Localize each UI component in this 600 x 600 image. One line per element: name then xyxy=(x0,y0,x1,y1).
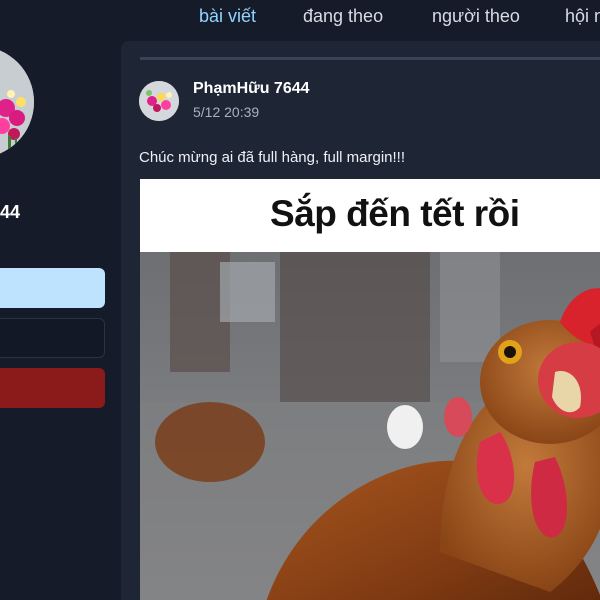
post-timestamp: 5/12 20:39 xyxy=(193,104,260,120)
profile-name: 44 xyxy=(0,202,21,222)
post-author-avatar[interactable] xyxy=(139,81,179,121)
profile-action-button-danger[interactable] xyxy=(0,368,105,408)
profile-action-button-primary[interactable] xyxy=(0,268,105,308)
meme-caption: Sắp đến tết rồi xyxy=(270,193,520,234)
tab-following[interactable]: đang theo xyxy=(303,6,383,27)
page: bài viết đang theo người theo hội n 44 P… xyxy=(0,0,600,600)
profile-tabs: bài viết đang theo người theo hội n xyxy=(0,0,600,36)
meme-caption-band: Sắp đến tết rồi xyxy=(140,179,600,252)
post-author-name[interactable]: PhạmHữu 7644 xyxy=(193,80,310,98)
post-body-text: Chúc mừng ai đã full hàng, full margin!!… xyxy=(139,149,406,166)
chicken-photo xyxy=(140,252,600,600)
tab-followers[interactable]: người theo xyxy=(432,6,520,27)
post-image[interactable]: Sắp đến tết rồi xyxy=(140,179,600,600)
post-card: PhạmHữu 7644 5/12 20:39 Chúc mừng ai đã … xyxy=(121,41,600,600)
flower-bouquet-icon xyxy=(139,81,179,121)
tab-groups[interactable]: hội n xyxy=(565,6,600,27)
card-divider xyxy=(140,57,600,60)
flower-bouquet-icon xyxy=(0,46,34,158)
profile-action-button-secondary[interactable] xyxy=(0,318,105,358)
profile-avatar[interactable] xyxy=(0,46,34,158)
tab-posts[interactable]: bài viết xyxy=(199,6,256,27)
